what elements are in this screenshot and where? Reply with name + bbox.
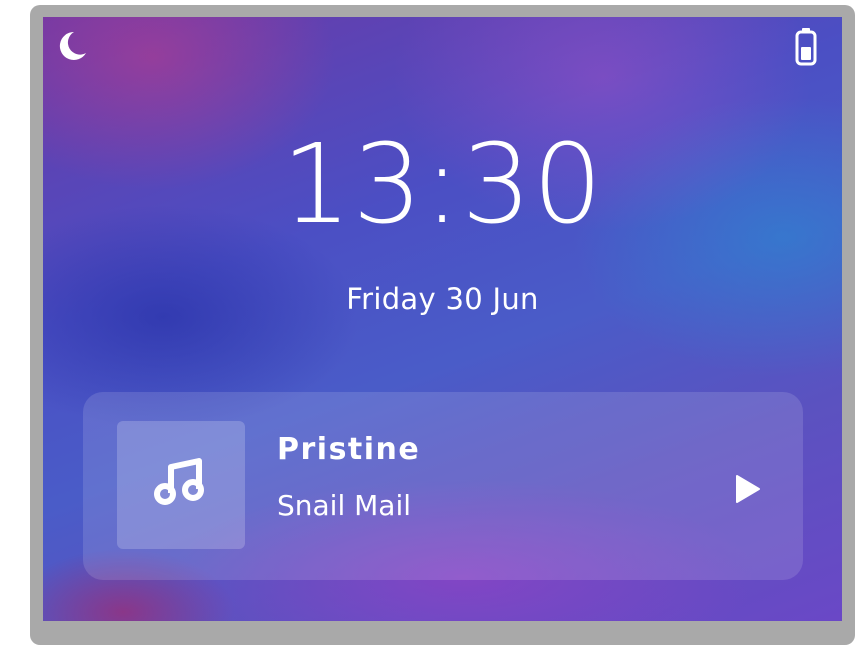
- music-note-icon: [154, 458, 204, 505]
- play-icon: [736, 475, 760, 503]
- clock-time: 13:30: [281, 120, 604, 248]
- track-title: Pristine: [277, 432, 421, 467]
- play-button[interactable]: [723, 464, 771, 512]
- album-art: [117, 421, 245, 549]
- media-player-card[interactable]: Pristine Snail Mail: [83, 392, 803, 580]
- track-artist: Snail Mail: [277, 489, 412, 522]
- moon-icon: [55, 29, 89, 63]
- clock-date: Friday 30 Jun: [346, 282, 539, 316]
- lock-screen: 13:30 Friday 30 Jun Pristine Snail Mail: [43, 17, 842, 621]
- battery-icon: [795, 27, 817, 67]
